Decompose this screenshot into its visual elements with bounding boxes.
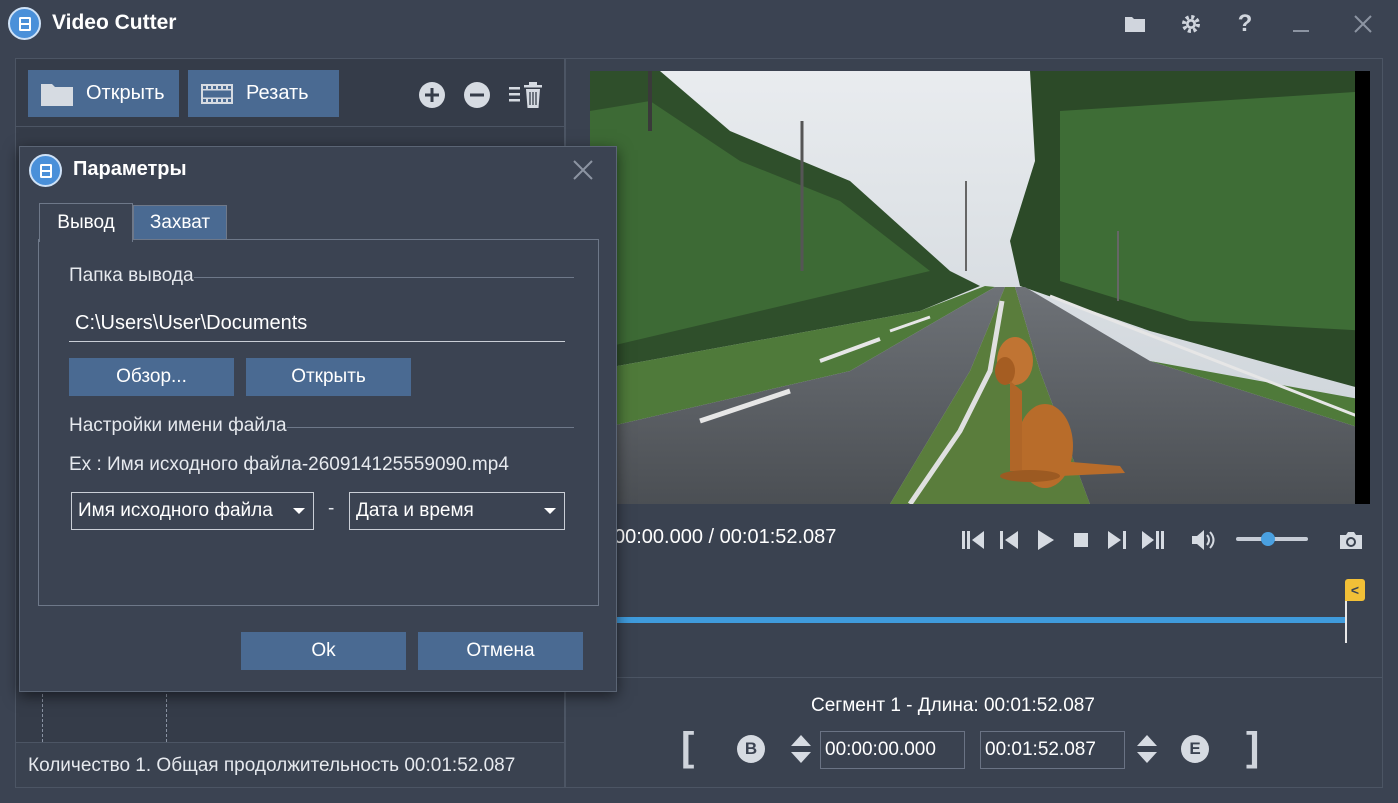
open-button[interactable]: Открыть <box>28 70 179 117</box>
settings-dialog: Параметры Вывод Захват Папка вывода C:\U… <box>19 146 617 692</box>
player-panel: 00:00.000 / 00:01:52.087 < Сегмент 1 - Д… <box>565 58 1383 788</box>
gear-icon[interactable] <box>1175 8 1207 40</box>
close-icon[interactable] <box>1347 8 1379 40</box>
cut-button-label: Резать <box>246 82 309 104</box>
end-time-stepper[interactable] <box>1135 731 1159 767</box>
video-preview[interactable] <box>590 71 1370 504</box>
folder-icon[interactable] <box>1119 8 1151 40</box>
file-toolbar: Открыть Резать <box>16 59 564 127</box>
app-title: Video Cutter <box>52 11 177 34</box>
cut-button[interactable]: Резать <box>188 70 339 117</box>
filename-part2-select[interactable]: Дата и время <box>349 492 565 530</box>
end-marker-button[interactable]: E <box>1181 735 1209 763</box>
prev-keyframe-icon[interactable] <box>959 526 987 554</box>
ok-button[interactable]: Ok <box>241 632 406 670</box>
output-tab-panel: Папка вывода C:\Users\User\Documents Обз… <box>38 239 599 606</box>
panel-divider <box>566 677 1382 678</box>
next-frame-icon[interactable] <box>1103 526 1131 554</box>
film-icon <box>201 83 233 104</box>
timeline-playhead[interactable] <box>1345 599 1347 643</box>
filename-part2-value: Дата и время <box>356 500 474 521</box>
dialog-logo-icon <box>29 154 62 187</box>
begin-marker-button[interactable]: B <box>737 735 765 763</box>
stop-icon[interactable] <box>1067 526 1095 554</box>
app-logo-icon <box>8 7 41 40</box>
chevron-down-icon <box>293 508 305 514</box>
folder-icon <box>41 83 73 106</box>
filename-separator: - <box>328 498 335 519</box>
output-folder-label: Папка вывода <box>69 265 194 287</box>
open-button-label: Открыть <box>86 82 165 104</box>
dialog-title: Параметры <box>73 158 187 180</box>
list-column-divider <box>42 684 43 742</box>
list-column-divider <box>166 684 167 742</box>
tab-output[interactable]: Вывод <box>39 203 133 242</box>
open-folder-button[interactable]: Открыть <box>246 358 411 396</box>
remove-icon[interactable] <box>463 81 491 109</box>
volume-slider-handle[interactable] <box>1261 532 1276 546</box>
add-icon[interactable] <box>418 81 446 109</box>
filename-part1-value: Имя исходного файла <box>78 500 273 521</box>
play-icon[interactable] <box>1031 526 1059 554</box>
playback-time: 00:00.000 / 00:01:52.087 <box>614 526 837 548</box>
clear-list-icon[interactable] <box>508 81 552 109</box>
tab-capture[interactable]: Захват <box>133 205 227 240</box>
filename-part1-select[interactable]: Имя исходного файла <box>71 492 314 530</box>
filename-example: Ex : Имя исходного файла-260914125559090… <box>69 454 509 475</box>
chevron-down-icon <box>544 508 556 514</box>
timeline-end-marker[interactable]: < <box>1345 579 1365 601</box>
title-bar: Video Cutter ? <box>0 0 1398 50</box>
start-time-field[interactable]: 00:00:00.000 <box>820 731 965 769</box>
cancel-button[interactable]: Отмена <box>418 632 583 670</box>
volume-icon[interactable] <box>1189 526 1217 554</box>
minimize-icon[interactable] <box>1285 8 1317 40</box>
browse-button[interactable]: Обзор... <box>69 358 234 396</box>
timeline-track[interactable] <box>590 617 1345 623</box>
help-icon[interactable]: ? <box>1229 8 1261 40</box>
dialog-close-icon[interactable] <box>569 156 597 184</box>
filename-settings-label: Настройки имени файла <box>69 415 287 437</box>
set-end-bracket-button[interactable]: ] <box>1246 725 1259 769</box>
set-start-bracket-button[interactable]: [ <box>681 725 694 769</box>
end-time-field[interactable]: 00:01:52.087 <box>980 731 1125 769</box>
prev-frame-icon[interactable] <box>995 526 1023 554</box>
segment-length-label: Сегмент 1 - Длина: 00:01:52.087 <box>811 695 1095 716</box>
start-time-stepper[interactable] <box>789 731 813 767</box>
next-keyframe-icon[interactable] <box>1139 526 1167 554</box>
output-path-field[interactable]: C:\Users\User\Documents <box>69 310 565 342</box>
snapshot-icon[interactable] <box>1337 526 1365 554</box>
file-list-status: Количество 1. Общая продолжительность 00… <box>16 742 564 787</box>
